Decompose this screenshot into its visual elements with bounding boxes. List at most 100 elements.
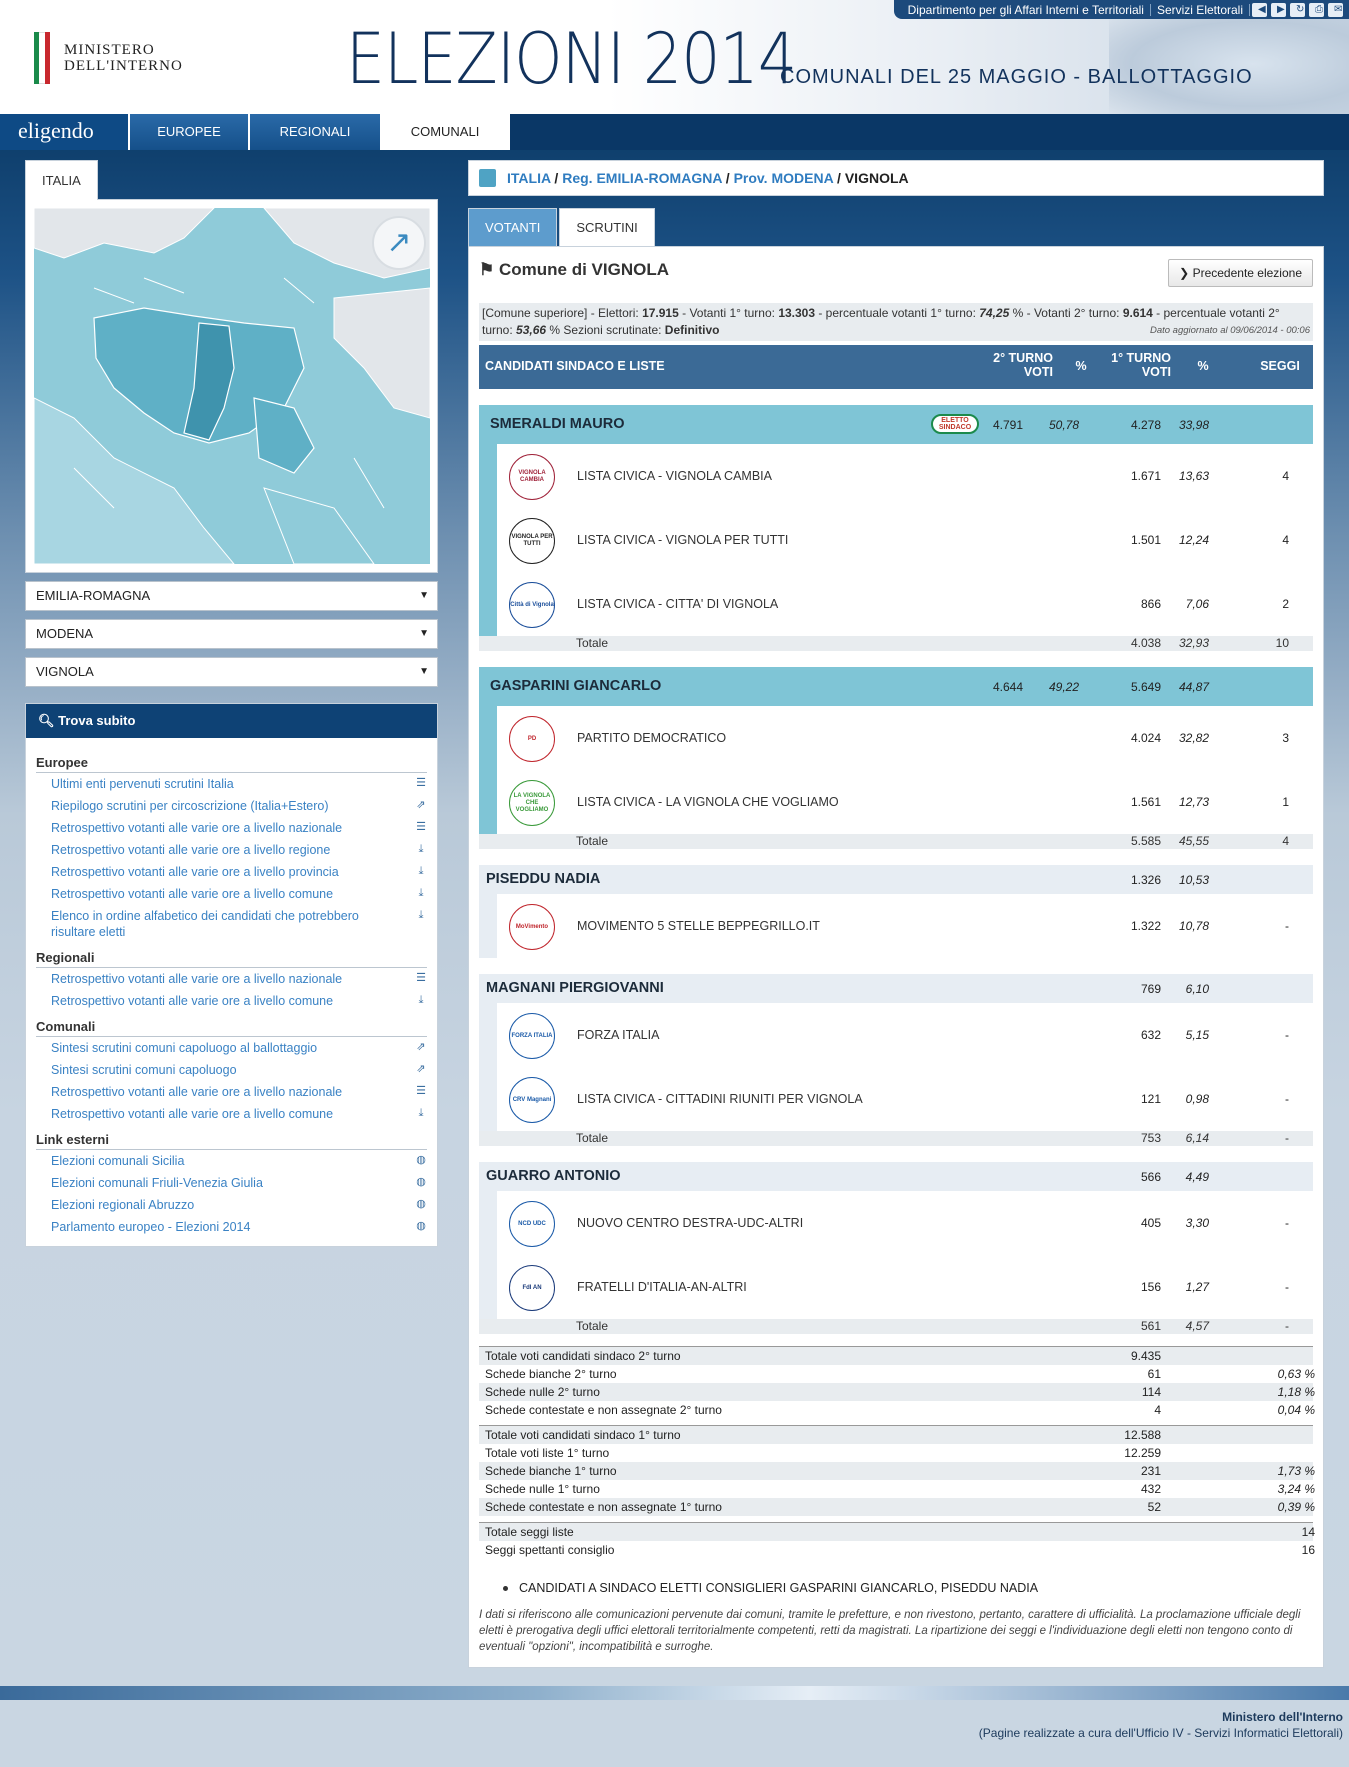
breadcrumb: ITALIA / Reg. EMILIA-ROMAGNA / Prov. MOD… xyxy=(468,160,1324,196)
total-label: Totale xyxy=(576,636,609,650)
list-name: FORZA ITALIA xyxy=(577,1028,660,1042)
sidebar-link[interactable]: Retrospettivo votanti alle varie ore a l… xyxy=(36,839,427,861)
candidate-name: MAGNANI PIERGIOVANNI xyxy=(486,980,664,996)
nav-tab-regionali[interactable]: REGIONALI xyxy=(250,114,382,150)
disclaimer: I dati si riferiscono alle comunicazioni… xyxy=(479,1609,1301,1653)
party-logo: MoVimento xyxy=(509,904,555,950)
sidebar-link[interactable]: Parlamento europeo - Elezioni 2014 ◍ xyxy=(36,1216,427,1238)
content-tabs: VOTANTI SCRUTINI xyxy=(468,208,1324,246)
sidebar-link[interactable]: Retrospettivo votanti alle varie ore a l… xyxy=(36,883,427,905)
external-icon[interactable]: ⇗ xyxy=(415,1063,427,1075)
sidebar-link[interactable]: Elezioni regionali Abruzzo ◍ xyxy=(36,1194,427,1216)
download-icon[interactable]: ⤓ xyxy=(415,1107,427,1119)
list-row: CRV Magnani LISTA CIVICA - CITTADINI RIUN… xyxy=(497,1067,1313,1131)
download-icon[interactable]: ⤓ xyxy=(415,887,427,899)
sidebar-link[interactable]: Elezioni comunali Friuli-Venezia Giulia ◍ xyxy=(36,1172,427,1194)
list-row: LA VIGNOLA CHE VOGLIAMO LISTA CIVICA - LA… xyxy=(497,770,1313,834)
list-icon[interactable]: ☰ xyxy=(415,777,427,789)
list-icon[interactable]: ☰ xyxy=(415,1085,427,1097)
globe-icon[interactable]: ◍ xyxy=(415,1176,427,1188)
italian-flag xyxy=(34,32,50,84)
sidebar-link[interactable]: Retrospettivo votanti alle varie ore a l… xyxy=(36,990,427,1012)
region-map[interactable]: ↗ xyxy=(34,208,430,564)
sidebar-link[interactable]: Retrospettivo votanti alle varie ore a l… xyxy=(36,861,427,883)
breadcrumb-italia[interactable]: ITALIA xyxy=(507,170,551,186)
chevron-right-icon: ❯ xyxy=(1179,266,1190,280)
list-perc: 5,15 xyxy=(1185,1028,1209,1042)
download-icon[interactable]: ⤓ xyxy=(415,865,427,877)
mail-icon[interactable]: ✉ xyxy=(1328,2,1343,17)
list-seats: - xyxy=(1285,1216,1289,1230)
sidebar-link-text: Sintesi scrutini comuni capoluogo al bal… xyxy=(51,1041,318,1055)
summary-label: Schede nulle 1° turno xyxy=(485,1482,600,1496)
sidebar-link[interactable]: Retrospettivo votanti alle varie ore a l… xyxy=(36,817,427,839)
summary-perc: 0,39 % xyxy=(1277,1500,1315,1514)
list-group: VIGNOLA CAMBIA LISTA CIVICA - VIGNOLA CAM… xyxy=(479,444,1313,636)
precedente-elezione-button[interactable]: ❯ Precedente elezione xyxy=(1168,259,1313,287)
print-icon[interactable]: ⎙ xyxy=(1309,2,1324,17)
list-name: LISTA CIVICA - LA VIGNOLA CHE VOGLIAMO xyxy=(577,795,839,809)
tab-votanti[interactable]: VOTANTI xyxy=(468,208,558,246)
list-icon[interactable]: ☰ xyxy=(415,821,427,833)
ministry-logo[interactable]: MINISTERO DELL'INTERNO xyxy=(34,32,183,84)
list-perc: 13,63 xyxy=(1178,469,1209,483)
link-group-title: Europee xyxy=(36,752,427,773)
sidebar-link[interactable]: Retrospettivo votanti alle varie ore a l… xyxy=(36,968,427,990)
download-icon[interactable]: ⤓ xyxy=(415,843,427,855)
tab-italia[interactable]: ITALIA xyxy=(25,160,98,200)
select-provincia[interactable]: MODENA ▼ xyxy=(25,619,438,649)
arrow-left-icon[interactable]: ◀ xyxy=(1252,2,1267,17)
globe-icon[interactable]: ◍ xyxy=(415,1154,427,1166)
sidebar-link[interactable]: Elenco in ordine alfabetico dei candidat… xyxy=(36,905,427,943)
summary-row: Schede bianche 2° turno 61 0,63 % xyxy=(479,1365,1315,1383)
sidebar-link[interactable]: Elezioni comunali Sicilia ◍ xyxy=(36,1150,427,1172)
results-table-header: CANDIDATI SINDACO E LISTE 2° TURNO VOTI … xyxy=(479,345,1313,389)
sidebar-link-text: Retrospettivo votanti alle varie ore a l… xyxy=(51,1107,334,1121)
caret-down-icon: ▼ xyxy=(419,628,429,639)
sidebar-link[interactable]: Sintesi scrutini comuni capoluogo ⇗ xyxy=(36,1059,427,1081)
eligendo-logo[interactable]: eligendo xyxy=(0,114,130,150)
zoom-out-arrow-icon[interactable]: ↗ xyxy=(372,216,426,270)
nav-tab-comunali[interactable]: COMUNALI xyxy=(382,114,510,150)
arrow-right-icon[interactable]: ▶ xyxy=(1271,2,1286,17)
candidate-perc-2: 50,78 xyxy=(1048,418,1079,432)
select-comune[interactable]: VIGNOLA ▼ xyxy=(25,657,438,687)
sidebar-link[interactable]: Retrospettivo votanti alle varie ore a l… xyxy=(36,1103,427,1125)
summary-value: 52 xyxy=(1147,1500,1161,1514)
globe-icon[interactable]: ◍ xyxy=(415,1220,427,1232)
select-regione[interactable]: EMILIA-ROMAGNA ▼ xyxy=(25,581,438,611)
download-icon[interactable]: ⤓ xyxy=(415,909,427,921)
sidebar-link[interactable]: Retrospettivo votanti alle varie ore a l… xyxy=(36,1081,427,1103)
external-icon[interactable]: ⇗ xyxy=(415,799,427,811)
comune-info: [Comune superiore] - Elettori: 17.915 - … xyxy=(479,303,1313,341)
dipartimento-link[interactable]: Dipartimento per gli Affari Interni e Te… xyxy=(902,3,1150,17)
candidate-name: GUARRO ANTONIO xyxy=(486,1168,621,1184)
breadcrumb-regione[interactable]: Reg. EMILIA-ROMAGNA xyxy=(562,170,722,186)
top-bar: Dipartimento per gli Affari Interni e Te… xyxy=(893,0,1349,19)
summary-row: Totale voti liste 1° turno 12.259 xyxy=(479,1444,1313,1462)
candidate-row: GASPARINI GIANCARLO 4.644 49,22 5.649 44,87 xyxy=(479,667,1313,706)
summary-tables: Totale voti candidati sindaco 2° turno 9.… xyxy=(479,1346,1315,1559)
col-candidati: CANDIDATI SINDACO E LISTE xyxy=(485,359,665,373)
sidebar-link[interactable]: Ultimi enti pervenuti scrutini Italia ☰ xyxy=(36,773,427,795)
tab-scrutini[interactable]: SCRUTINI xyxy=(559,208,655,246)
trova-subito-panel: 🔍︎ Trova subito Europee Ultimi enti perve… xyxy=(25,703,438,1247)
breadcrumb-provincia[interactable]: Prov. MODENA xyxy=(734,170,834,186)
sidebar-link-text: Retrospettivo votanti alle varie ore a l… xyxy=(51,994,334,1008)
servizi-elettorali-link[interactable]: Servizi Elettorali xyxy=(1151,3,1249,17)
sidebar-link-text: Retrospettivo votanti alle varie ore a l… xyxy=(51,972,343,986)
download-icon[interactable]: ⤓ xyxy=(415,994,427,1006)
external-icon[interactable]: ⇗ xyxy=(415,1041,427,1053)
nav-tab-europee[interactable]: EUROPEE xyxy=(130,114,250,150)
list-icon[interactable]: ☰ xyxy=(415,972,427,984)
list-group: PD PARTITO DEMOCRATICO 4.024 32,82 3 LA VIGNO… xyxy=(479,706,1313,834)
globe-icon[interactable]: ◍ xyxy=(415,1198,427,1210)
results-icon xyxy=(479,169,496,187)
refresh-icon[interactable]: ↻ xyxy=(1290,2,1305,17)
summary-value: 231 xyxy=(1140,1464,1161,1478)
list-total-row: Totale 4.038 32,93 10 xyxy=(479,636,1313,651)
sidebar-link[interactable]: Riepilogo scrutini per circoscrizione (I… xyxy=(36,795,427,817)
sidebar-link[interactable]: Sintesi scrutini comuni capoluogo al bal… xyxy=(36,1037,427,1059)
summary-perc: 0,63 % xyxy=(1277,1367,1315,1381)
candidate-name: SMERALDI MAURO xyxy=(490,416,625,432)
